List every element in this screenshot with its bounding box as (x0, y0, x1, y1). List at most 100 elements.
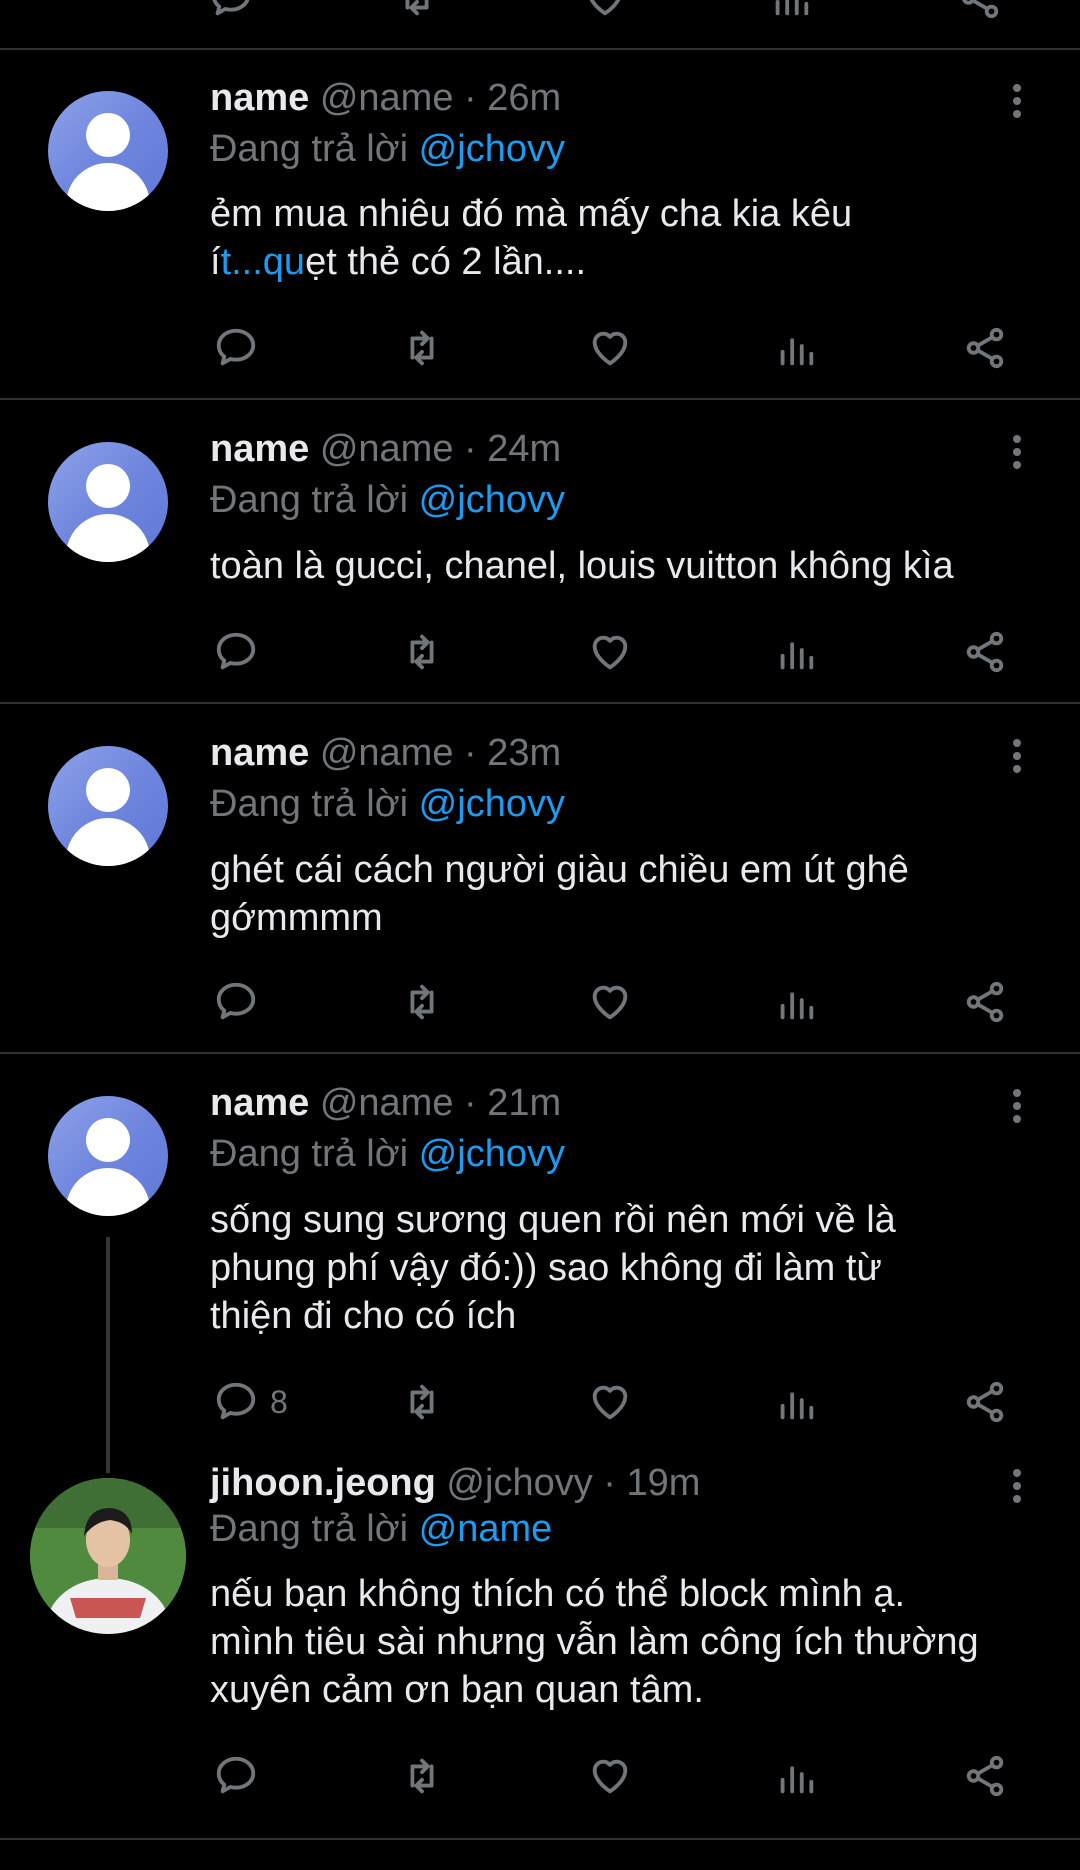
share-icon[interactable] (955, 318, 1015, 378)
avatar[interactable] (48, 442, 168, 562)
timestamp[interactable]: 24m (487, 428, 561, 470)
like-icon[interactable] (580, 0, 630, 18)
more-icon[interactable] (1002, 1467, 1032, 1507)
replying-to: Đang trả lời @jchovy (210, 477, 565, 523)
timestamp[interactable]: 21m (487, 1082, 561, 1124)
tweet-text-part: í (210, 241, 221, 283)
more-icon[interactable] (1002, 1087, 1032, 1127)
tweet-text-line: ẻm mua nhiêu đó mà mấy cha kia kêu (210, 193, 853, 235)
separator: · (453, 428, 488, 470)
display-name[interactable]: name (210, 732, 309, 774)
reply-mention-link[interactable]: @jchovy (419, 128, 565, 170)
reply-icon[interactable] (206, 318, 266, 378)
reply-mention-link[interactable]: @jchovy (419, 1133, 565, 1175)
reply-icon[interactable] (206, 0, 256, 18)
more-icon[interactable] (1002, 737, 1032, 777)
reply-icon[interactable] (206, 1372, 266, 1432)
separator: · (453, 77, 488, 119)
tweet-header: name @name · 26m (210, 75, 561, 121)
timestamp[interactable]: 19m (627, 1462, 701, 1504)
replying-to-label: Đang trả lời (210, 1508, 419, 1550)
tweet-item[interactable]: name @name · 21m Đang trả lời @jchovy số… (0, 1054, 1080, 1474)
display-name[interactable]: jihoon.jeong (210, 1462, 436, 1504)
reply-icon[interactable] (206, 1746, 266, 1806)
retweet-icon[interactable] (392, 1746, 452, 1806)
like-icon[interactable] (580, 1746, 640, 1806)
tweet-item[interactable]: name @name · 26m Đang trả lời @jchovy ẻm… (0, 48, 1080, 400)
replying-to: Đang trả lời @name (210, 1506, 552, 1552)
replying-to-label: Đang trả lời (210, 128, 419, 170)
replying-to: Đang trả lời @jchovy (210, 1131, 565, 1177)
show-more-link[interactable]: qu (263, 241, 305, 283)
action-bar (0, 972, 1080, 1032)
reply-icon[interactable] (206, 622, 266, 682)
avatar-photo[interactable] (30, 1478, 186, 1634)
more-icon[interactable] (1002, 433, 1032, 473)
share-icon[interactable] (955, 1372, 1015, 1432)
reply-mention-link[interactable]: @jchovy (419, 479, 565, 521)
reply-mention-link[interactable]: @jchovy (419, 783, 565, 825)
views-icon[interactable] (766, 1372, 826, 1432)
display-name[interactable]: name (210, 1082, 309, 1124)
more-icon[interactable] (1002, 82, 1032, 122)
reply-count: 8 (270, 1384, 288, 1420)
tweet-text: nếu bạn không thích có thể block mình ạ.… (210, 1573, 979, 1711)
views-icon[interactable] (766, 972, 826, 1032)
action-bar (0, 318, 1080, 378)
tweet-text: ghét cái cách người giàu chiều em út ghê… (210, 849, 909, 939)
share-icon[interactable] (955, 0, 1005, 19)
retweet-icon[interactable] (392, 622, 452, 682)
retweet-icon[interactable] (392, 0, 442, 18)
like-icon[interactable] (580, 1372, 640, 1432)
share-icon[interactable] (955, 972, 1015, 1032)
views-icon[interactable] (766, 1746, 826, 1806)
separator: · (453, 732, 488, 774)
action-bar (0, 1746, 1080, 1806)
display-name[interactable]: name (210, 77, 309, 119)
replying-to: Đang trả lời @jchovy (210, 126, 565, 172)
tweet-text: toàn là gucci, chanel, louis vuitton khô… (210, 545, 954, 587)
replying-to-label: Đang trả lời (210, 479, 419, 521)
user-handle: @jchovy (446, 1462, 593, 1504)
retweet-icon[interactable] (392, 972, 452, 1032)
avatar[interactable] (48, 746, 168, 866)
tweet-header: name @name · 23m (210, 730, 561, 776)
user-handle: @name (319, 428, 454, 470)
user-handle: @name (319, 732, 454, 774)
show-more-link[interactable]: t... (221, 241, 263, 283)
share-icon[interactable] (955, 622, 1015, 682)
reply-mention-link[interactable]: @name (419, 1508, 553, 1550)
replying-to-label: Đang trả lời (210, 1133, 419, 1175)
tweet-text: sống sung sương quen rồi nên mới về là p… (210, 1199, 896, 1337)
tweet-header: jihoon.jeong @jchovy · 19m (210, 1460, 700, 1506)
tweet-text: ẻm mua nhiêu đó mà mấy cha kia kêu ít...… (210, 190, 1040, 286)
replying-to-label: Đang trả lời (210, 783, 419, 825)
tweet-item[interactable]: jihoon.jeong @jchovy · 19m Đang trả lời … (0, 1462, 1080, 1840)
timestamp[interactable]: 26m (487, 77, 561, 119)
reply-icon[interactable] (206, 972, 266, 1032)
tweet-item[interactable]: name @name · 23m Đang trả lời @jchovy gh… (0, 704, 1080, 1054)
tweet-header: name @name · 21m (210, 1080, 561, 1126)
action-bar (0, 622, 1080, 682)
like-icon[interactable] (580, 318, 640, 378)
like-icon[interactable] (580, 972, 640, 1032)
action-bar: 8 (0, 1372, 1080, 1432)
avatar[interactable] (48, 1096, 168, 1216)
share-icon[interactable] (955, 1746, 1015, 1806)
tweet-header: name @name · 24m (210, 426, 561, 472)
avatar[interactable] (48, 91, 168, 211)
replying-to: Đang trả lời @jchovy (210, 781, 565, 827)
like-icon[interactable] (580, 622, 640, 682)
display-name[interactable]: name (210, 428, 309, 470)
views-icon[interactable] (766, 318, 826, 378)
timestamp[interactable]: 23m (487, 732, 561, 774)
retweet-icon[interactable] (392, 318, 452, 378)
retweet-icon[interactable] (392, 1372, 452, 1432)
previous-tweet-actions (0, 0, 1080, 50)
views-icon[interactable] (766, 622, 826, 682)
views-icon[interactable] (766, 0, 816, 18)
tweet-text-part: ẹt thẻ có 2 lần.... (305, 241, 587, 283)
separator: · (453, 1082, 488, 1124)
user-handle: @name (319, 77, 454, 119)
tweet-item[interactable]: name @name · 24m Đang trả lời @jchovy to… (0, 400, 1080, 704)
